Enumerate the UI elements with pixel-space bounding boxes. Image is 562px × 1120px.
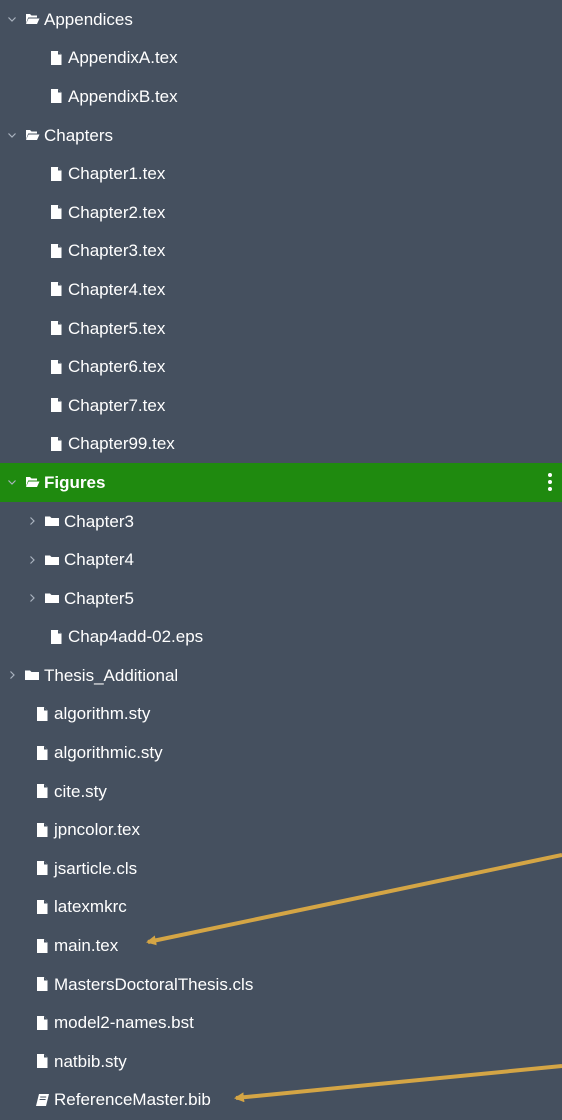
tree-item-label: Chapter6.tex — [68, 357, 166, 377]
tree-item-label: ReferenceMaster.bib — [54, 1090, 211, 1110]
chevron-right-icon[interactable] — [26, 515, 38, 527]
tree-item[interactable]: Appendices — [0, 0, 562, 39]
tree-item-label: Chapter4.tex — [68, 279, 166, 299]
tree-item-label: MastersDoctoralThesis.cls — [54, 974, 254, 994]
tree-item[interactable]: AppendixB.tex — [0, 77, 562, 116]
tree-item-label: jpncolor.tex — [54, 820, 140, 840]
tree-item-label: Chapter1.tex — [68, 164, 166, 184]
file-icon — [34, 1053, 50, 1069]
file-icon — [48, 320, 64, 336]
tree-item[interactable]: main.tex — [0, 926, 562, 965]
tree-item-label: AppendixB.tex — [68, 86, 178, 106]
tree-item-label: jsarticle.cls — [54, 858, 138, 878]
file-icon — [48, 397, 64, 413]
file-icon — [48, 436, 64, 452]
tree-item[interactable]: natbib.sty — [0, 1042, 562, 1081]
tree-item-label: cite.sty — [54, 781, 107, 801]
folder-open-icon — [24, 474, 40, 490]
chevron-right-icon[interactable] — [26, 554, 38, 566]
tree-item[interactable]: Chapter4 — [0, 540, 562, 579]
vertical-dots-icon[interactable] — [548, 463, 552, 502]
file-icon — [48, 204, 64, 220]
tree-item-label: model2-names.bst — [54, 1013, 194, 1033]
tree-item[interactable]: Chapter5 — [0, 579, 562, 618]
tree-item[interactable]: Chapters — [0, 116, 562, 155]
tree-item[interactable]: Chap4add-02.eps — [0, 618, 562, 657]
file-icon — [48, 243, 64, 259]
folder-icon — [44, 552, 60, 568]
folder-icon — [24, 667, 40, 683]
chevron-down-icon[interactable] — [6, 129, 18, 141]
file-icon — [48, 629, 64, 645]
file-icon — [34, 783, 50, 799]
file-icon — [48, 359, 64, 375]
tree-item-label: natbib.sty — [54, 1051, 127, 1071]
tree-item-label: Chapter5 — [64, 588, 134, 608]
tree-item-label: Thesis_Additional — [44, 665, 179, 685]
folder-icon — [44, 590, 60, 606]
tree-item[interactable]: cite.sty — [0, 772, 562, 811]
tree-item[interactable]: Chapter6.tex — [0, 347, 562, 386]
tree-item[interactable]: jsarticle.cls — [0, 849, 562, 888]
tree-item[interactable]: Figures — [0, 463, 562, 502]
tree-item-label: Chapter4 — [64, 550, 134, 570]
tree-item[interactable]: algorithmic.sty — [0, 733, 562, 772]
tree-item-label: Chapter3.tex — [68, 241, 166, 261]
file-icon — [48, 50, 64, 66]
tree-item-label: Appendices — [44, 9, 133, 29]
tree-item-label: Chapter3 — [64, 511, 134, 531]
tree-item[interactable]: Chapter3.tex — [0, 232, 562, 271]
folder-icon — [44, 513, 60, 529]
tree-item[interactable]: Thesis_Additional — [0, 656, 562, 695]
tree-item-label: latexmkrc — [54, 897, 127, 917]
tree-item[interactable]: Chapter1.tex — [0, 154, 562, 193]
tree-item[interactable]: Chapter5.tex — [0, 309, 562, 348]
tree-item[interactable]: MastersDoctoralThesis.cls — [0, 965, 562, 1004]
tree-item[interactable]: Chapter4.tex — [0, 270, 562, 309]
tree-item[interactable]: ReferenceMaster.bib — [0, 1081, 562, 1120]
folder-open-icon — [24, 127, 40, 143]
tree-item[interactable]: Chapter2.tex — [0, 193, 562, 232]
file-icon — [48, 166, 64, 182]
tree-item[interactable]: model2-names.bst — [0, 1003, 562, 1042]
file-icon — [34, 976, 50, 992]
file-icon — [34, 938, 50, 954]
tree-item-label: algorithmic.sty — [54, 743, 163, 763]
tree-item-label: Figures — [44, 472, 106, 492]
tree-item[interactable]: Chapter99.tex — [0, 425, 562, 464]
tree-item-label: Chapter2.tex — [68, 202, 166, 222]
file-icon — [34, 706, 50, 722]
file-icon — [34, 745, 50, 761]
tree-item-label: Chap4add-02.eps — [68, 627, 204, 647]
tree-item-label: Chapter7.tex — [68, 395, 166, 415]
tree-item[interactable]: latexmkrc — [0, 888, 562, 927]
chevron-right-icon[interactable] — [6, 669, 18, 681]
chevron-right-icon[interactable] — [26, 592, 38, 604]
tree-item[interactable]: jpncolor.tex — [0, 810, 562, 849]
tree-item[interactable]: algorithm.sty — [0, 695, 562, 734]
chevron-down-icon[interactable] — [6, 476, 18, 488]
tree-item-label: Chapter5.tex — [68, 318, 166, 338]
tree-item[interactable]: Chapter3 — [0, 502, 562, 541]
tree-item-label: Chapters — [44, 125, 113, 145]
tree-item[interactable]: Chapter7.tex — [0, 386, 562, 425]
tree-item-label: algorithm.sty — [54, 704, 151, 724]
tree-item[interactable]: AppendixA.tex — [0, 39, 562, 78]
file-icon — [48, 88, 64, 104]
chevron-down-icon[interactable] — [6, 13, 18, 25]
tree-item-label: Chapter99.tex — [68, 434, 175, 454]
file-icon — [34, 860, 50, 876]
book-icon — [34, 1092, 50, 1108]
file-icon — [34, 1015, 50, 1031]
file-icon — [48, 281, 64, 297]
folder-open-icon — [24, 11, 40, 27]
file-icon — [34, 899, 50, 915]
file-tree: Appendices AppendixA.tex AppendixB.tex Chap… — [0, 0, 562, 1119]
tree-item-label: AppendixA.tex — [68, 48, 178, 68]
file-icon — [34, 822, 50, 838]
tree-item-label: main.tex — [54, 936, 119, 956]
